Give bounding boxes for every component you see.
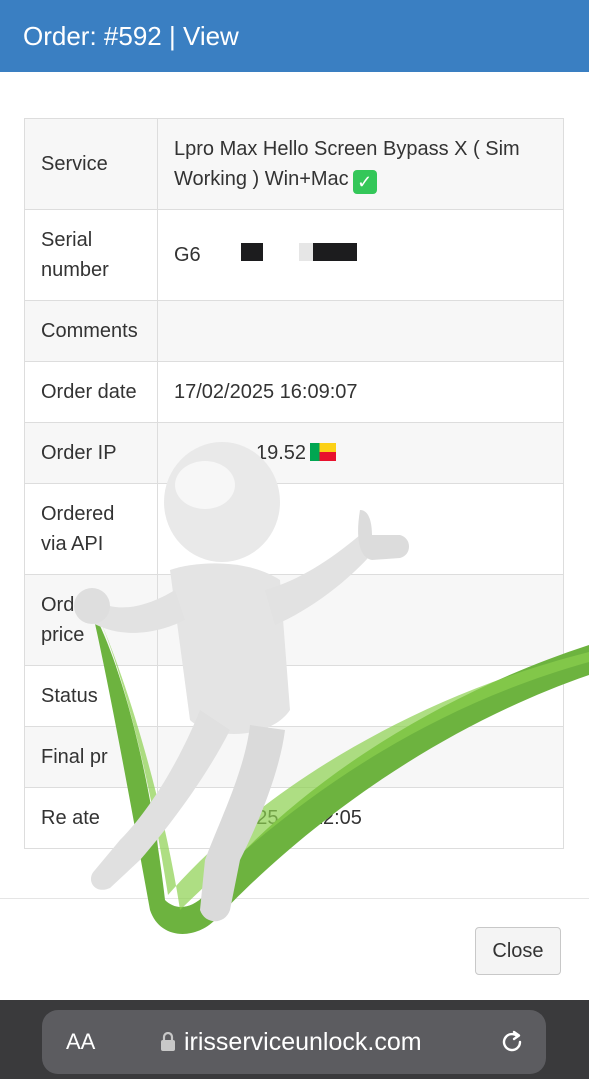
table-row: Re ate 2025 16:12:05 [24,787,564,849]
text-size-button[interactable]: AA [66,1028,95,1056]
row-label: Re ate [24,787,158,849]
row-label: Ordered via API [24,483,158,575]
serial-number-value: G6 [174,244,201,266]
row-label: Comments [24,300,158,362]
row-value: 19.52 [157,422,564,484]
row-label: Final pr [24,726,158,788]
status-badge: s [224,684,247,710]
close-button[interactable]: Close [475,927,561,975]
table-row: Order date 17/02/2025 16:09:07 [24,361,564,423]
row-value: Lpro Max Hello Screen Bypass X ( Sim Wor… [157,118,564,210]
row-value: G6 [157,209,564,301]
order-ip-value: 19.52 [256,442,307,464]
table-row: Service Lpro Max Hello Screen Bypass X (… [24,118,564,210]
table-row: Final pr [24,726,564,788]
table-row: Order price [24,574,564,666]
modal-title: Order: #592 | View [23,21,239,51]
check-mark-emoji-icon: ✓ [352,170,377,194]
order-modal: Order: #592 | View Service Lpro Max Hell… [0,0,589,1000]
row-value: 2025 16:12:05 [157,787,564,849]
row-label: Status [24,665,158,727]
url-domain[interactable]: irisserviceunlock.com [184,1026,422,1058]
reload-icon[interactable] [500,1028,526,1056]
lock-icon [161,1032,175,1051]
order-details-table: Service Lpro Max Hello Screen Bypass X (… [24,118,564,849]
row-label: Order date [24,361,158,423]
row-label: Order IP [24,422,158,484]
row-value: No [157,483,564,575]
row-value [157,574,564,666]
browser-address-bar[interactable]: AA irisserviceunlock.com [42,1010,546,1074]
redaction-mark [240,243,263,261]
modal-header: Order: #592 | View [0,0,589,72]
modal-footer: Close [0,898,589,1000]
row-label: Service [24,118,158,210]
table-row: Comments [24,300,564,362]
table-row: Status s [24,665,564,727]
row-label: Order price [24,574,158,666]
redaction-mark [312,243,357,261]
table-row: Ordered via API No [24,483,564,575]
reply-date-value: 2025 16:12:05 [234,807,362,829]
redaction-mark [298,243,313,261]
row-label: Serial number [24,209,158,301]
row-value [157,726,564,788]
row-value: 17/02/2025 16:09:07 [157,361,564,423]
row-value: s [157,665,564,727]
table-row: Serial number G6 [24,209,564,301]
table-row: Order IP 19.52 [24,422,564,484]
service-name: Lpro Max Hello Screen Bypass X ( Sim Wor… [174,138,520,190]
benin-flag-icon [310,443,337,461]
row-value [157,300,564,362]
